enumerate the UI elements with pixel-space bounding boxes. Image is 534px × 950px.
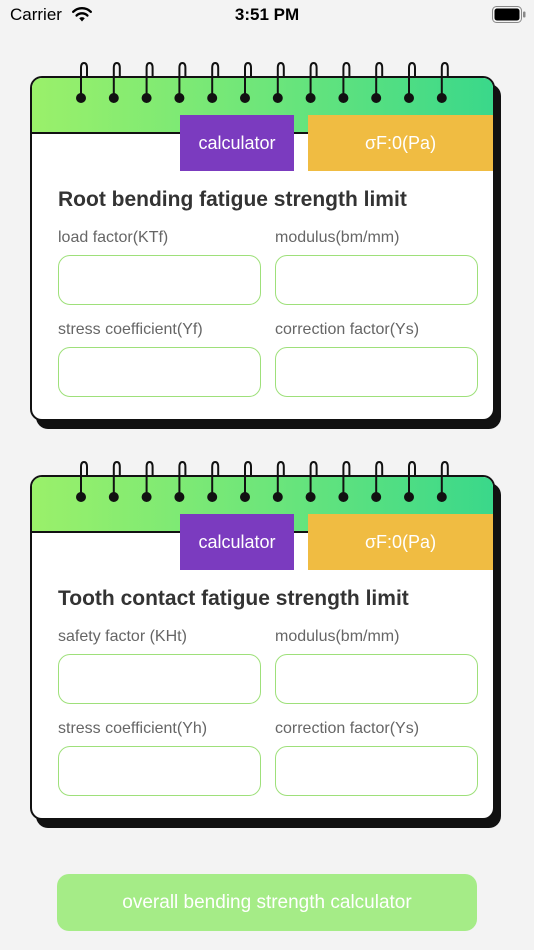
binding-ring-icon (371, 461, 384, 502)
load-factor-input[interactable] (58, 255, 261, 305)
calculator-button[interactable]: calculator (180, 115, 294, 171)
binding-ring-icon (240, 461, 252, 502)
field-label-correction-factor: correction factor(Ys) (275, 321, 420, 338)
binding-ring-icon (272, 461, 285, 502)
binding-ring-icon (141, 62, 154, 103)
binding-ring-icon (305, 62, 318, 103)
tooth-contact-card: calculator σF:0(Pa) Tooth contact fatigu… (30, 461, 501, 828)
result-display: σF:0(Pa) (308, 514, 493, 570)
binding-ring-icon (76, 62, 88, 103)
overall-calculator-button[interactable]: overall bending strength calculator (57, 874, 477, 931)
field-label-stress-coefficient: stress coefficient(Yf) (58, 321, 203, 338)
binding-ring-icon (436, 62, 449, 103)
spiral-binding (76, 62, 449, 103)
binding-ring-icon (108, 461, 121, 502)
result-display: σF:0(Pa) (308, 115, 493, 171)
binding-ring-icon (141, 461, 154, 502)
modulus-input[interactable] (275, 255, 478, 305)
field-label-load-factor: load factor(KTf) (58, 229, 169, 246)
binding-ring-icon (404, 461, 416, 502)
binding-ring-icon (305, 461, 318, 502)
binding-ring-icon (76, 461, 88, 502)
binding-ring-icon (108, 62, 121, 103)
clock: 3:51 PM (234, 5, 300, 24)
binding-ring-icon (436, 461, 449, 502)
binding-ring-icon (371, 62, 384, 103)
spiral-binding (76, 461, 449, 502)
calculator-button[interactable]: calculator (180, 514, 294, 570)
field-label-stress-coefficient: stress coefficient(Yh) (58, 720, 208, 737)
binding-ring-icon (207, 461, 220, 502)
binding-ring-icon (174, 461, 187, 502)
safety-factor-input[interactable] (58, 654, 261, 704)
field-label-correction-factor: correction factor(Ys) (275, 720, 420, 737)
binding-ring-icon (404, 62, 416, 103)
card-title: Root bending fatigue strength limit (58, 188, 407, 211)
battery-icon (492, 6, 526, 23)
field-label-modulus: modulus(bm/mm) (275, 628, 400, 645)
binding-ring-icon (338, 62, 351, 103)
status-bar: Carrier 3:51 PM (0, 0, 534, 32)
card-body: calculator σF:0(Pa) Root bending fatigue… (30, 76, 495, 421)
card-title: Tooth contact fatigue strength limit (58, 587, 409, 610)
correction-factor-input[interactable] (275, 347, 478, 397)
root-bending-card: calculator σF:0(Pa) Root bending fatigue… (30, 62, 501, 429)
field-label-safety-factor: safety factor (KHt) (58, 628, 187, 645)
binding-ring-icon (338, 461, 351, 502)
stress-coefficient-input[interactable] (58, 347, 261, 397)
correction-factor-input[interactable] (275, 746, 478, 796)
binding-ring-icon (207, 62, 220, 103)
binding-ring-icon (272, 62, 285, 103)
binding-ring-icon (240, 62, 252, 103)
binding-ring-icon (174, 62, 187, 103)
modulus-input[interactable] (275, 654, 478, 704)
stress-coefficient-input[interactable] (58, 746, 261, 796)
field-label-modulus: modulus(bm/mm) (275, 229, 400, 246)
card-body: calculator σF:0(Pa) Tooth contact fatigu… (30, 475, 495, 820)
